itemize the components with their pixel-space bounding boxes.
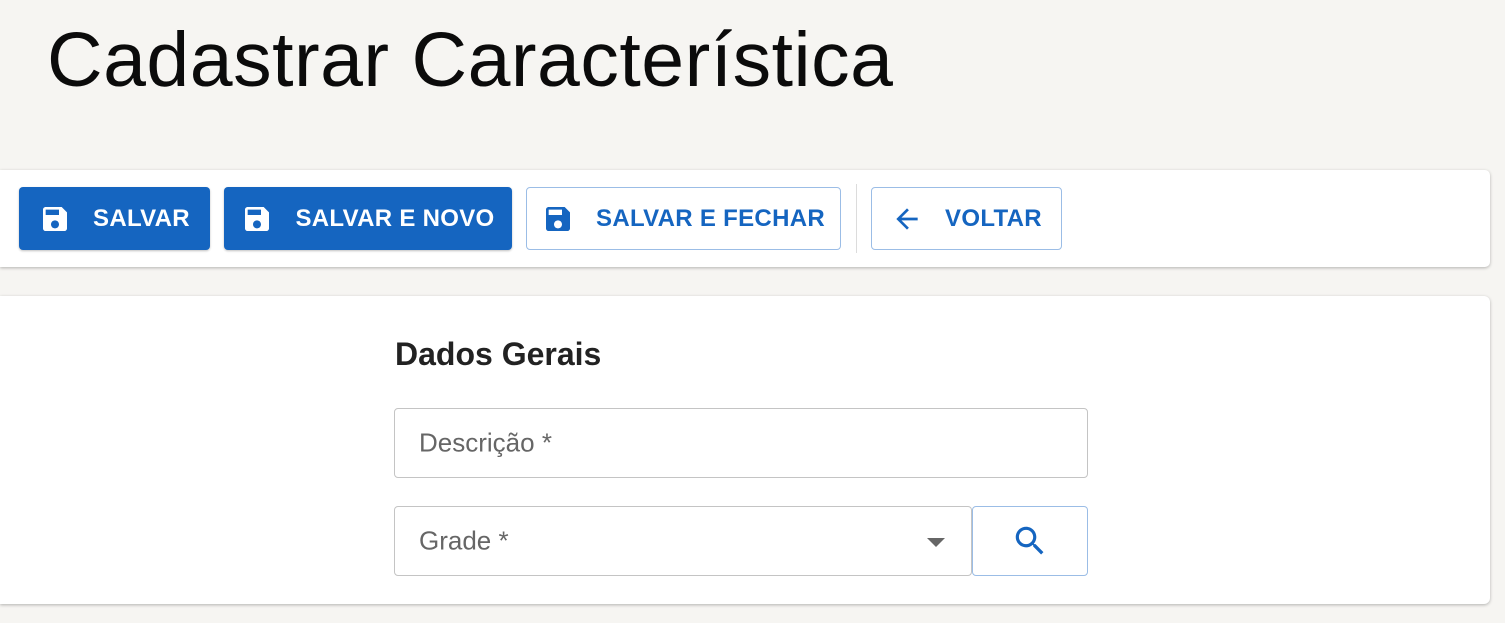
action-toolbar: SALVAR SALVAR E NOVO SALVAR E FECHAR VOL… [0, 170, 1490, 267]
arrow-left-icon [891, 203, 923, 235]
descricao-field[interactable]: Descrição * [394, 408, 1088, 478]
toolbar-divider [856, 184, 857, 253]
save-icon [241, 203, 273, 235]
back-button[interactable]: VOLTAR [871, 187, 1062, 250]
save-button-label: SALVAR [93, 204, 190, 232]
section-title: Dados Gerais [395, 336, 602, 372]
save-and-new-button[interactable]: SALVAR E NOVO [224, 187, 512, 250]
save-button[interactable]: SALVAR [19, 187, 210, 250]
page-title: Cadastrar Característica [47, 17, 894, 103]
save-and-new-button-label: SALVAR E NOVO [295, 204, 495, 232]
save-icon [39, 203, 71, 235]
save-and-close-button-label: SALVAR E FECHAR [596, 204, 825, 232]
search-icon [1015, 526, 1044, 555]
save-and-close-button[interactable]: SALVAR E FECHAR [526, 187, 841, 250]
back-button-label: VOLTAR [945, 204, 1042, 232]
descricao-placeholder: Descrição * [419, 427, 552, 458]
form-card: Dados Gerais Descrição * Grade * [0, 296, 1490, 604]
chevron-down-icon[interactable] [927, 538, 945, 547]
grade-search-button[interactable] [972, 506, 1088, 576]
grade-placeholder: Grade * [419, 525, 509, 556]
save-icon [542, 203, 574, 235]
grade-select[interactable]: Grade * [394, 506, 972, 576]
